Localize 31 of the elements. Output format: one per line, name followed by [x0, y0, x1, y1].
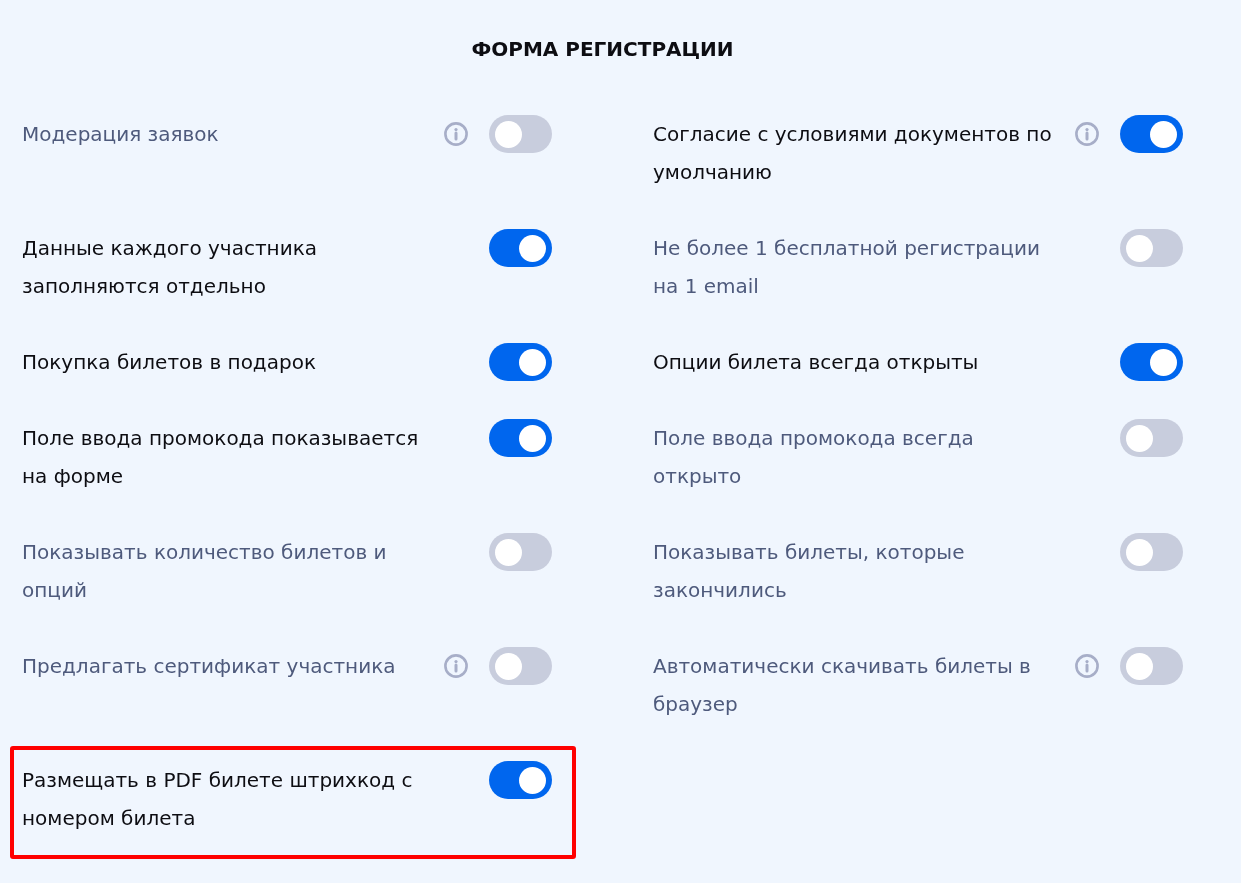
- setting-label: Поле ввода промокода всегда открыто: [653, 425, 975, 490]
- form-title: ФОРМА РЕГИСТРАЦИИ: [471, 36, 734, 63]
- setting-label: Не более 1 бесплатной регистрации на 1 email: [653, 235, 1041, 300]
- setting-label: Показывать количество билетов и опций: [22, 539, 388, 604]
- toggle-switch[interactable]: [1120, 115, 1183, 153]
- info-icon[interactable]: [1075, 122, 1099, 146]
- toggle-switch[interactable]: [1120, 419, 1183, 457]
- toggle-switch[interactable]: [1120, 229, 1183, 267]
- toggle-switch[interactable]: [489, 343, 552, 381]
- setting-label: Показывать билеты, которые закончились: [653, 539, 966, 604]
- info-icon[interactable]: [444, 654, 468, 678]
- setting-label: Автоматически скачивать билеты в браузер: [653, 653, 1032, 718]
- setting-label: Поле ввода промокода показывается на форме: [22, 425, 420, 490]
- setting-label: Размещать в PDF билете штрихкод с номером билета: [22, 767, 414, 832]
- toggle-switch[interactable]: [489, 115, 552, 153]
- setting-label: Согласие с условиями документов по умолчанию: [653, 121, 1053, 186]
- toggle-switch[interactable]: [489, 419, 552, 457]
- info-icon[interactable]: [1075, 654, 1099, 678]
- toggle-switch[interactable]: [489, 229, 552, 267]
- setting-label: Данные каждого участника заполняются отдельно: [22, 235, 318, 300]
- setting-label: Предлагать сертификат участника: [22, 653, 397, 680]
- info-icon[interactable]: [444, 122, 468, 146]
- toggle-switch[interactable]: [489, 533, 552, 571]
- setting-label: Опции билета всегда открыты: [653, 349, 980, 376]
- setting-label: Покупка билетов в подарок: [22, 349, 317, 376]
- toggle-switch[interactable]: [1120, 647, 1183, 685]
- toggle-switch[interactable]: [1120, 343, 1183, 381]
- toggle-switch[interactable]: [489, 761, 552, 799]
- toggle-switch[interactable]: [1120, 533, 1183, 571]
- toggle-switch[interactable]: [489, 647, 552, 685]
- setting-label: Модерация заявок: [22, 121, 220, 148]
